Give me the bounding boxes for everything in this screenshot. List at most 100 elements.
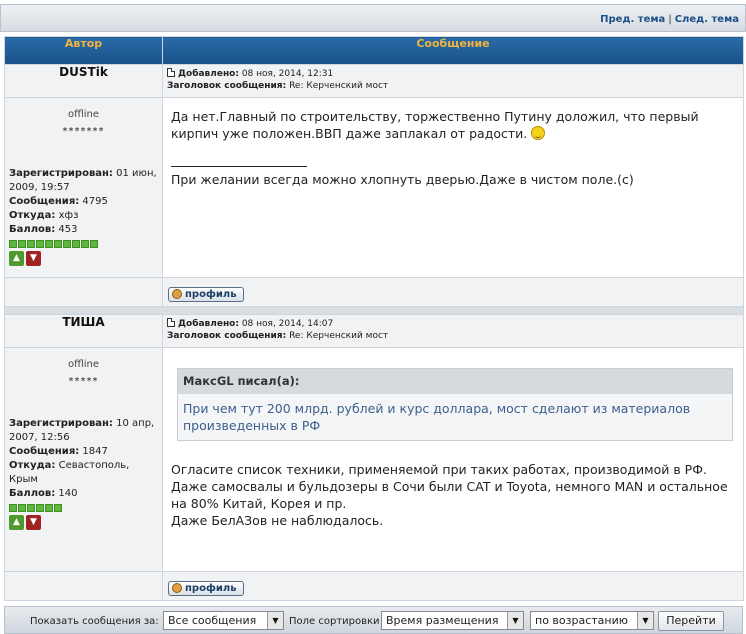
nav-separator: | (668, 14, 672, 25)
quote-text: При чем тут 200 млрд. рублей и курс долл… (183, 401, 691, 433)
post-footer-left (4, 277, 163, 307)
points-value: 140 (58, 488, 78, 499)
points-value: 453 (58, 224, 78, 235)
post-meta: Добавлено: 08 ноя, 2014, 14:07 Заголовок… (162, 314, 744, 348)
sort-field-value: Время размещения (386, 614, 499, 627)
user-icon (172, 583, 182, 593)
messages-value: 1847 (82, 446, 108, 457)
rating-dot (18, 504, 26, 512)
show-messages-value: Все сообщения (168, 614, 257, 627)
sort-order-value: по возрастанию (535, 614, 629, 627)
signature-text: При желании всегда можно хлопнуть дверью… (171, 172, 634, 187)
added-value: 08 ноя, 2014, 14:07 (241, 319, 334, 329)
chevron-down-icon: ▼ (267, 612, 283, 629)
messages-value: 4795 (82, 196, 108, 207)
registered-label: Зарегистрирован: (9, 418, 113, 429)
thumbs-up-icon[interactable]: ▲ (9, 251, 24, 266)
subject-label: Заголовок сообщения: (167, 81, 287, 91)
posts-table: Автор Сообщение DUSTik Добавлено: 08 ноя… (4, 36, 744, 601)
added-label: Добавлено: (178, 69, 239, 79)
message-column-header: Сообщение (162, 36, 744, 65)
post-icon[interactable] (167, 318, 175, 327)
subject-value: Re: Керченский мост (289, 81, 389, 91)
thumbs-down-icon[interactable]: ▼ (26, 515, 41, 530)
post-author-name[interactable]: ТИША (4, 314, 163, 348)
post-text-line: Даже самосвалы и бульдозеры в Сочи были … (171, 479, 728, 511)
quote-author: МаксGL писал(а): (178, 369, 732, 394)
rating-bar (9, 240, 158, 249)
profile-button-label: профиль (185, 289, 237, 300)
rating-dot (45, 504, 53, 512)
signature-divider (171, 166, 307, 167)
post-author-name[interactable]: DUSTik (4, 64, 163, 98)
thumbs-down-icon[interactable]: ▼ (26, 251, 41, 266)
rating-dot (36, 504, 44, 512)
registered-label: Зарегистрирован: (9, 168, 113, 179)
post-footer: профиль (162, 571, 744, 601)
post-body: Да нет.Главный по строительству, торжест… (162, 97, 744, 278)
sort-order-select[interactable]: по возрастанию ▼ (530, 611, 654, 630)
profile-button[interactable]: профиль (168, 581, 244, 596)
author-profile: offline ***** Зарегистрирован: 10 апр, 2… (4, 347, 163, 572)
post-text: Да нет.Главный по строительству, торжест… (171, 109, 699, 141)
author-profile: offline ******* Зарегистрирован: 01 июн,… (4, 97, 163, 278)
post-text-line: Огласите список техники, применяемой при… (171, 462, 707, 477)
subject-label: Заголовок сообщения: (167, 331, 287, 341)
messages-label: Сообщения: (9, 196, 80, 207)
show-messages-label: Показать сообщения за: (30, 616, 159, 627)
user-icon (172, 289, 182, 299)
rating-dot (9, 240, 17, 248)
rank-stars: ***** (68, 376, 99, 387)
points-label: Баллов: (9, 488, 56, 499)
rating-dot (63, 240, 71, 248)
rating-dot (54, 504, 62, 512)
prev-topic-link[interactable]: Пред. тема (600, 14, 665, 25)
rating-dot (72, 240, 80, 248)
profile-button[interactable]: профиль (168, 287, 244, 302)
post-footer-left (4, 571, 163, 601)
sort-field-select[interactable]: Время размещения ▼ (381, 611, 524, 630)
points-label: Баллов: (9, 224, 56, 235)
online-status: offline (67, 109, 100, 120)
rating-dot (18, 240, 26, 248)
author-column-header: Автор (4, 36, 163, 65)
post-footer: профиль (162, 277, 744, 307)
from-label: Откуда: (9, 210, 56, 221)
rating-dot (54, 240, 62, 248)
rating-dot (36, 240, 44, 248)
smile-icon (531, 126, 546, 140)
post-body: МаксGL писал(а): При чем тут 200 млрд. р… (162, 347, 744, 572)
go-button[interactable]: Перейти (658, 611, 724, 631)
rating-dot (81, 240, 89, 248)
sort-field-label: Поле сортировки (289, 616, 380, 627)
next-topic-link[interactable]: След. тема (675, 14, 739, 25)
quote-block: МаксGL писал(а): При чем тут 200 млрд. р… (177, 368, 733, 441)
post-icon[interactable] (167, 68, 175, 77)
profile-button-label: профиль (185, 583, 237, 594)
forum-page: Пред. тема | След. тема Автор Сообщение DU… (0, 0, 746, 634)
post-text-line: Даже БелАЗов не наблюдалось. (171, 513, 384, 528)
from-value: хфз (58, 210, 79, 221)
rating-bar (9, 504, 158, 513)
chevron-down-icon: ▼ (507, 612, 523, 629)
display-options-bar: Показать сообщения за: Все сообщения ▼ По… (4, 606, 743, 634)
rating-dot (9, 504, 17, 512)
post-meta: Добавлено: 08 ноя, 2014, 12:31 Заголовок… (162, 64, 744, 98)
added-label: Добавлено: (178, 319, 239, 329)
from-label: Откуда: (9, 460, 56, 471)
topic-nav-links: Пред. тема | След. тема (600, 14, 739, 25)
topic-navigation-bar: Пред. тема | След. тема (0, 4, 746, 32)
thumbs-up-icon[interactable]: ▲ (9, 515, 24, 530)
show-messages-select[interactable]: Все сообщения ▼ (163, 611, 284, 630)
online-status: offline (67, 359, 100, 370)
rating-dot (27, 240, 35, 248)
chevron-down-icon: ▼ (637, 612, 653, 629)
rating-dot (27, 504, 35, 512)
subject-value: Re: Керченский мост (289, 331, 389, 341)
rank-stars: ******* (62, 126, 105, 137)
added-value: 08 ноя, 2014, 12:31 (241, 69, 334, 79)
post-separator (4, 306, 744, 315)
rating-dot (45, 240, 53, 248)
messages-label: Сообщения: (9, 446, 80, 457)
rating-dot (90, 240, 98, 248)
